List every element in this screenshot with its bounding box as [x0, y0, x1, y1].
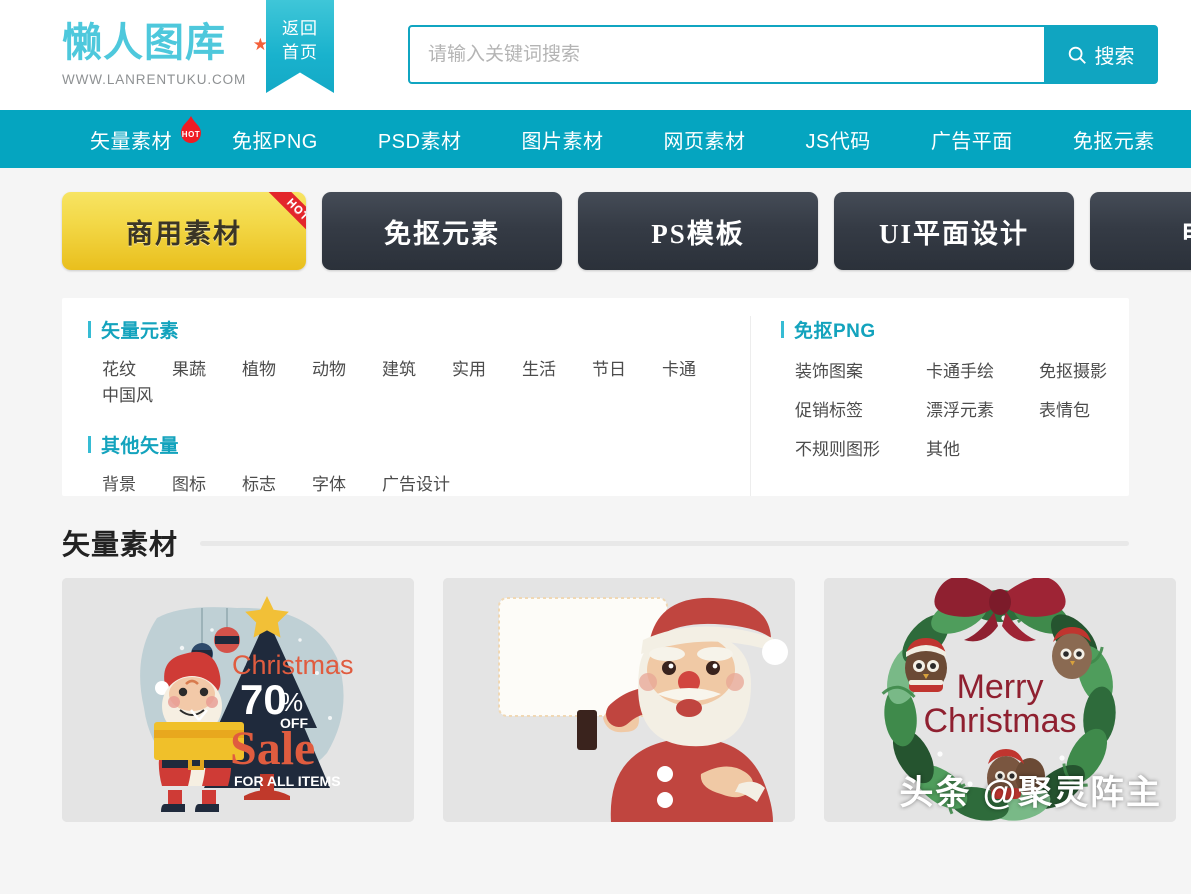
christmas-sale-illustration: Christmas 70 % OFF Sale FOR ALL ITEMS — [62, 578, 414, 822]
site-header: 懒人图库 ★ WWW.LANRENTUKU.COM 返回 首页 搜索 — [0, 0, 1191, 110]
search-button[interactable]: 搜索 — [1044, 27, 1156, 82]
svg-text:Christmas: Christmas — [923, 702, 1076, 740]
category-tag[interactable]: 实用 — [452, 357, 486, 383]
material-card[interactable]: Merry Christmas 头条 @聚灵阵主 — [824, 578, 1176, 822]
svg-text:Sale: Sale — [230, 722, 315, 775]
category-tag[interactable]: 植物 — [242, 357, 276, 383]
tab-2[interactable]: 免抠元素 — [322, 192, 562, 270]
main-navigation: 矢量素材 HOT 免抠PNG PSD素材 图片素材 网页素材 JS代码 广告平面 免抠元素 — [0, 110, 1191, 168]
category-heading-other-vector: 其他矢量 — [88, 431, 724, 458]
category-tag[interactable]: 免抠摄影 — [1039, 357, 1107, 382]
category-tag[interactable]: 标志 — [242, 472, 276, 498]
category-tag[interactable]: 中国风 — [102, 383, 153, 409]
nav-item-label: 图片素材 — [521, 130, 604, 153]
category-tag[interactable]: 动物 — [312, 357, 346, 383]
nav-item-label: 矢量素材 — [90, 130, 172, 153]
ribbon-line-1: 返回 — [282, 19, 318, 38]
category-column-right: 免抠PNG 装饰图案 卡通手绘 免抠摄影促销标签 漂浮元素 表情包不规则图形 其他 — [750, 316, 1129, 496]
section-divider — [200, 540, 1129, 546]
nav-item-5[interactable]: 网页素材 — [663, 125, 745, 154]
tab-4[interactable]: UI平面设计 — [834, 192, 1074, 270]
site-logo[interactable]: 懒人图库 ★ WWW.LANRENTUKU.COM — [62, 18, 268, 87]
category-tag[interactable]: 装饰图案 — [795, 357, 926, 382]
category-heading-png: 免抠PNG — [781, 316, 1103, 343]
nav-item-6[interactable]: JS代码 — [805, 125, 870, 154]
nav-item-2[interactable]: 免抠PNG — [232, 125, 318, 154]
category-tag[interactable]: 背景 — [102, 472, 136, 498]
tab-label: 电商 — [1181, 212, 1191, 251]
category-tag[interactable]: 花纹 — [102, 357, 136, 383]
section-title: 矢量素材 — [62, 529, 179, 560]
svg-text:HOT: HOT — [182, 130, 200, 139]
category-tag[interactable]: 建筑 — [382, 357, 416, 383]
tab-3[interactable]: PS模板 — [578, 192, 818, 270]
return-home-ribbon[interactable]: 返回 首页 — [266, 0, 334, 93]
logo-text: 懒人图库 — [62, 21, 226, 65]
ribbon-line-2: 首页 — [282, 43, 318, 62]
hot-corner-label: HOT — [259, 192, 306, 249]
search-box: 搜索 — [408, 25, 1158, 84]
santa-sign-illustration — [443, 578, 795, 822]
category-column-left: 矢量元素 花纹 果蔬 植物 动物 建筑 实用 生活 节日 卡通中国风 其他矢量 背景 图标 标志 字体… — [62, 316, 750, 496]
heading-accent-bar — [88, 321, 91, 338]
svg-text:FOR ALL ITEMS: FOR ALL ITEMS — [234, 773, 341, 789]
tab-5[interactable]: 电商 — [1090, 192, 1191, 270]
nav-item-7[interactable]: 广告平面 — [931, 125, 1013, 154]
nav-item-label: 免抠元素 — [1072, 130, 1155, 153]
nav-item-label: 广告平面 — [930, 130, 1013, 153]
tab-label: PS模板 — [651, 218, 745, 249]
category-title: 其他矢量 — [101, 436, 180, 457]
category-tag[interactable]: 图标 — [172, 472, 206, 498]
christmas-wreath-illustration: Merry Christmas — [824, 578, 1176, 822]
category-tag-grid-png: 装饰图案 卡通手绘 免抠摄影促销标签 漂浮元素 表情包不规则图形 其他 — [781, 357, 1107, 460]
tab-label: 商用素材 — [126, 218, 242, 249]
nav-item-1[interactable]: 矢量素材 HOT — [90, 115, 201, 154]
nav-item-4[interactable]: 图片素材 — [521, 125, 603, 154]
category-tab-row: 商用素材 HOT 免抠元素 PS模板 UI平面设计 电商 — [0, 168, 1191, 283]
search-input[interactable] — [410, 27, 1044, 82]
category-tag[interactable]: 生活 — [522, 357, 556, 383]
nav-item-label: 免抠PNG — [232, 130, 318, 153]
search-button-label: 搜索 — [1094, 46, 1135, 68]
section-header-vector-materials: 矢量素材 — [62, 522, 1129, 564]
nav-item-label: PSD素材 — [377, 130, 462, 153]
hot-flame-icon: HOT — [178, 115, 204, 144]
category-title: 矢量元素 — [101, 321, 180, 342]
category-tag-list-other-vector: 背景 图标 标志 字体 广告设计 — [88, 472, 724, 498]
material-card[interactable] — [443, 578, 795, 822]
nav-item-label: 网页素材 — [663, 130, 746, 153]
heading-accent-bar — [781, 321, 784, 338]
category-tag[interactable]: 漂浮元素 — [926, 396, 1039, 421]
category-tag[interactable]: 其他 — [926, 435, 1039, 460]
category-tag[interactable]: 不规则图形 — [795, 435, 926, 460]
category-title: 免抠PNG — [794, 321, 876, 342]
material-card-grid: Christmas 70 % OFF Sale FOR ALL ITEMS Me… — [62, 578, 1191, 822]
search-icon — [1068, 46, 1086, 64]
category-heading-vector-elements: 矢量元素 — [88, 316, 724, 343]
category-tag-list-vector-elements: 花纹 果蔬 植物 动物 建筑 实用 生活 节日 卡通中国风 — [88, 357, 724, 409]
nav-item-3[interactable]: PSD素材 — [378, 125, 462, 154]
svg-text:%: % — [280, 687, 303, 717]
category-panel: 矢量元素 花纹 果蔬 植物 动物 建筑 实用 生活 节日 卡通中国风 其他矢量 背景 图标 标志 字体… — [62, 298, 1129, 496]
category-tag[interactable]: 节日 — [592, 357, 626, 383]
category-tag[interactable]: 果蔬 — [172, 357, 206, 383]
category-tag[interactable]: 广告设计 — [382, 472, 450, 498]
nav-item-label: JS代码 — [805, 130, 871, 153]
logo-url: WWW.LANRENTUKU.COM — [62, 72, 247, 87]
tab-label: 免抠元素 — [384, 218, 500, 249]
category-tag[interactable]: 促销标签 — [795, 396, 926, 421]
hot-corner-ribbon: HOT — [244, 192, 306, 254]
logo-wordmark: 懒人图库 ★ — [62, 18, 268, 68]
tab-1[interactable]: 商用素材 HOT — [62, 192, 306, 270]
category-tag[interactable]: 表情包 — [1039, 396, 1107, 421]
material-card[interactable]: Christmas 70 % OFF Sale FOR ALL ITEMS — [62, 578, 414, 822]
category-tag[interactable]: 字体 — [312, 472, 346, 498]
heading-accent-bar — [88, 436, 91, 453]
svg-text:Merry: Merry — [957, 668, 1044, 706]
category-tag[interactable]: 卡通 — [662, 357, 696, 383]
category-tag[interactable]: 卡通手绘 — [926, 357, 1039, 382]
tab-label: UI平面设计 — [878, 218, 1029, 249]
nav-item-8[interactable]: 免抠元素 — [1073, 125, 1155, 154]
